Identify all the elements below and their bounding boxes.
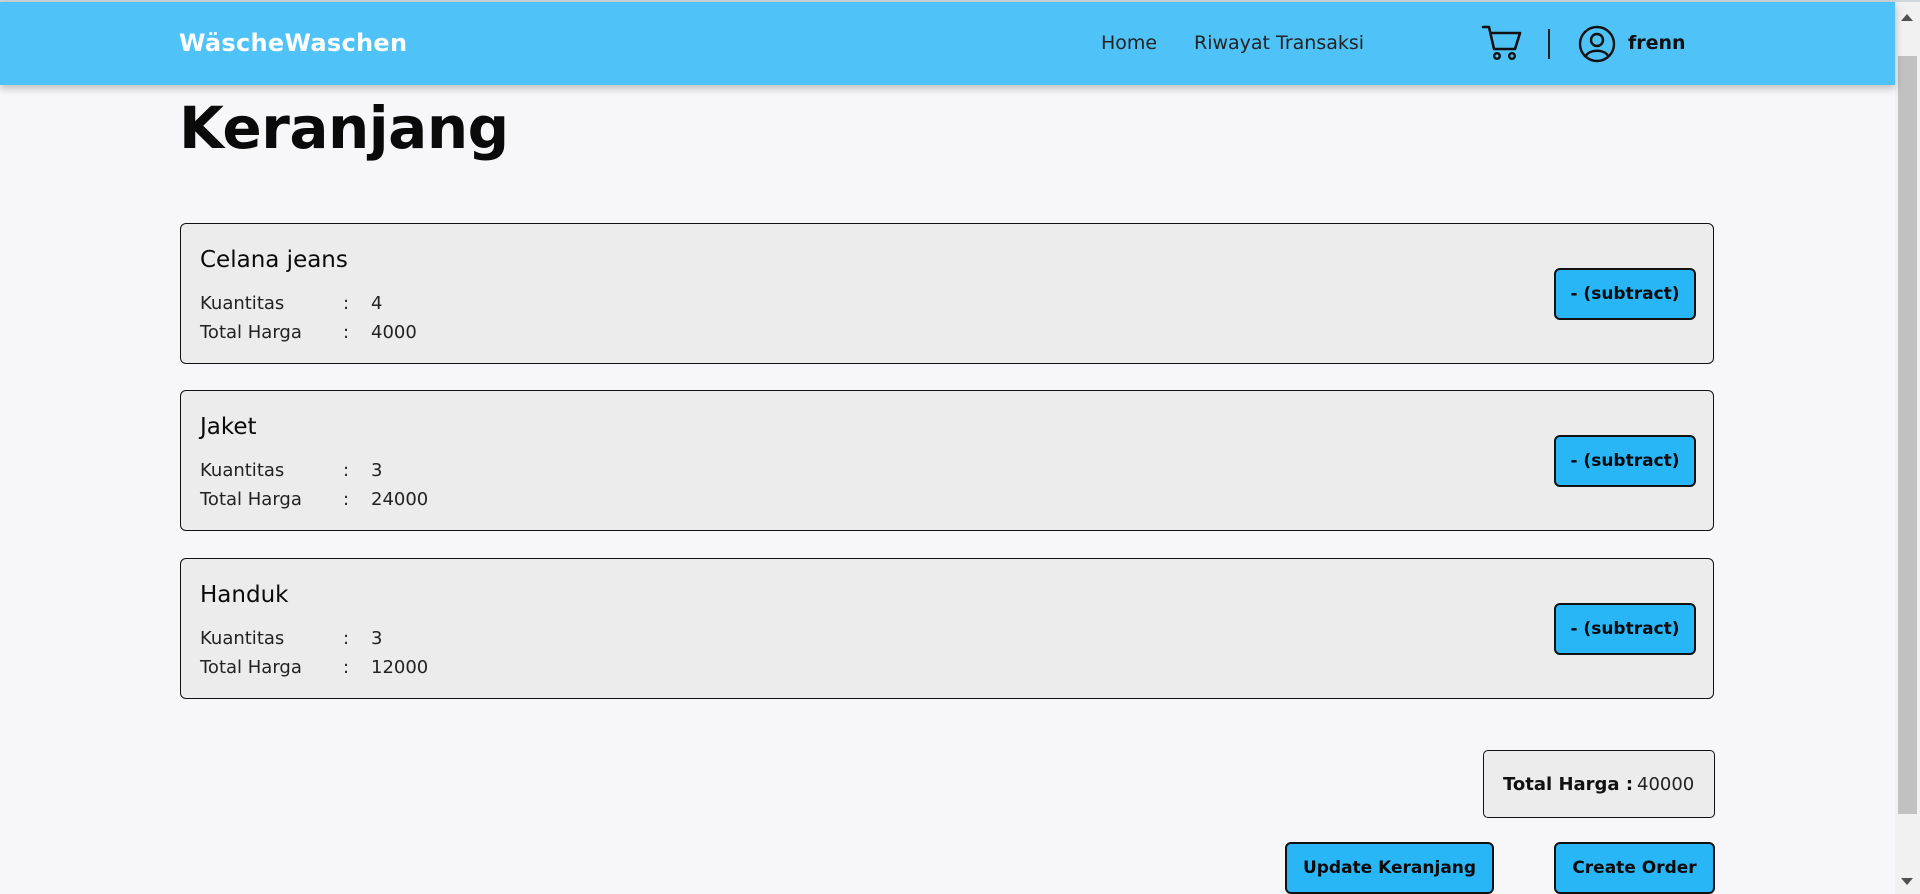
page-title: Keranjang [179,94,509,162]
price-label: Total Harga [200,489,302,510]
separator: : [343,657,350,678]
create-order-button[interactable]: Create Order [1554,842,1715,894]
price-value: 12000 [371,657,429,678]
nav-home-link[interactable]: Home [1101,32,1157,54]
scrollbar-thumb[interactable] [1898,56,1917,814]
subtract-button[interactable]: - (subtract) [1554,268,1696,320]
quantity-label: Kuantitas [200,628,285,649]
subtract-button[interactable]: - (subtract) [1554,603,1696,655]
subtract-button[interactable]: - (subtract) [1554,435,1696,487]
cart-item: Celana jeans Kuantitas : 4 Total Harga :… [180,223,1714,364]
separator: : [343,628,350,649]
total-price-box: Total Harga : 40000 [1483,750,1715,818]
cart-item: Jaket Kuantitas : 3 Total Harga : 24000 … [180,390,1714,531]
username[interactable]: frenn [1628,32,1686,54]
quantity-value: 3 [371,628,383,649]
price-label: Total Harga [200,657,302,678]
update-cart-button[interactable]: Update Keranjang [1285,842,1494,894]
quantity-value: 4 [371,293,383,314]
cart-item: Handuk Kuantitas : 3 Total Harga : 12000… [180,558,1714,699]
nav-history-link[interactable]: Riwayat Transaksi [1194,32,1364,54]
scroll-down-arrow-icon[interactable] [1901,878,1913,885]
item-name: Handuk [200,582,289,608]
scroll-up-arrow-icon[interactable] [1901,14,1913,21]
separator: : [343,293,350,314]
separator: : [343,489,350,510]
user-icon[interactable] [1578,25,1616,63]
quantity-label: Kuantitas [200,460,285,481]
quantity-value: 3 [371,460,383,481]
nav-divider [1548,29,1550,59]
item-name: Jaket [200,414,257,440]
quantity-label: Kuantitas [200,293,285,314]
price-value: 4000 [371,322,417,343]
separator: : [343,460,350,481]
navbar: WäscheWaschen Home Riwayat Transaksi fre… [0,2,1895,85]
item-name: Celana jeans [200,247,348,273]
total-price-label: Total Harga : [1503,774,1634,795]
total-price-value: 40000 [1637,774,1695,795]
separator: : [343,322,350,343]
cart-icon[interactable] [1481,22,1523,62]
price-value: 24000 [371,489,429,510]
brand-logo[interactable]: WäscheWaschen [179,29,407,57]
price-label: Total Harga [200,322,302,343]
